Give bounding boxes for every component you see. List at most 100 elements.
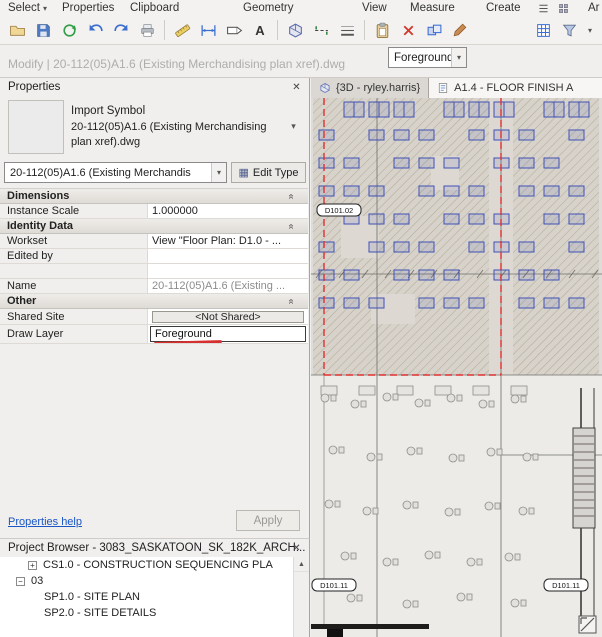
property-value: Foreground (148, 325, 308, 343)
scroll-up-icon[interactable]: ▲ (294, 557, 309, 572)
property-row-workset: Workset View "Floor Plan: D1.0 - ... (0, 234, 308, 249)
tab-select[interactable]: Select ▾ (8, 0, 47, 16)
tree-item-label: SP1.0 - SITE PLAN (44, 591, 140, 603)
filter-icon[interactable] (557, 18, 581, 42)
tab-geometry[interactable]: Geometry (243, 0, 294, 16)
svg-text:D101.11: D101.11 (320, 581, 348, 590)
project-browser-panel: Project Browser - 3083_SASKATOON_SK_182K… (0, 538, 310, 637)
options-bar: Modify | 20-112(05)A1.6 (Existing Mercha… (0, 45, 602, 78)
bottom-wall (311, 624, 429, 629)
paint-icon[interactable] (448, 18, 472, 42)
section-icon[interactable] (309, 18, 333, 42)
view-3d-icon (320, 83, 330, 93)
project-browser-title[interactable]: Project Browser - 3083_SASKATOON_SK_182K… (0, 539, 309, 557)
property-row-edited-by: Edited by (0, 249, 308, 264)
collapse-chevron-icon[interactable]: « (286, 299, 297, 305)
type-selector-dropdown[interactable]: 20-112(05)A1.6 (Existing Merchandis ▾ (4, 162, 227, 183)
property-row-shared-site: Shared Site <Not Shared> (0, 309, 308, 325)
type-selector-value: 20-112(05)A1.6 (Existing Merchandis (10, 166, 191, 179)
view-tab-sheet[interactable]: A1.4 - FLOOR FINISH A (429, 78, 602, 98)
property-row-empty (0, 264, 308, 279)
property-value[interactable]: View "Floor Plan: D1.0 - ... (148, 234, 308, 248)
properties-help-link[interactable]: Properties help (8, 516, 82, 528)
property-label: Draw Layer (0, 325, 148, 343)
view-3d-icon[interactable] (283, 18, 307, 42)
tree-item-sp2[interactable]: SP2.0 - SITE DETAILS (0, 605, 294, 621)
save-icon[interactable] (31, 18, 55, 42)
measure-icon[interactable] (170, 18, 194, 42)
open-icon[interactable] (5, 18, 29, 42)
tree-item-sp1[interactable]: SP1.0 - SITE PLAN (0, 589, 294, 605)
redo-icon[interactable] (109, 18, 133, 42)
section-dimensions[interactable]: Dimensions « (0, 189, 308, 204)
tree-item-03[interactable]: − 03 (0, 573, 294, 589)
chevron-down-icon[interactable]: ▾ (286, 118, 301, 134)
undo-icon[interactable] (83, 18, 107, 42)
apply-button[interactable]: Apply (236, 510, 300, 531)
tree-item-label: 03 (31, 575, 44, 587)
tab-measure[interactable]: Measure (410, 0, 455, 16)
edit-type-label: Edit Type (252, 166, 299, 179)
drawing-canvas[interactable]: D101.02 D101.11 D101.11 (311, 98, 602, 637)
tree-item-cs1[interactable]: + CS1.0 - CONSTRUCTION SEQUENCING PLA (0, 557, 294, 573)
red-annotation-underline (153, 340, 223, 343)
property-row-instance-scale: Instance Scale 1.000000 (0, 204, 308, 219)
tab-properties[interactable]: Properties (62, 0, 114, 16)
draw-layer-input[interactable]: Foreground (150, 326, 306, 343)
view-tab-3d[interactable]: {3D - ryley.harris} (311, 78, 430, 98)
tab-create[interactable]: Create (486, 0, 521, 16)
tab-view[interactable]: View (362, 0, 387, 16)
tree-scrollbar[interactable]: ▲ (293, 557, 309, 637)
property-label: Name (0, 279, 148, 293)
panel-grid-icon[interactable] (556, 1, 571, 15)
view-tab-label: {3D - ryley.harris} (336, 82, 421, 94)
tree-item-label: SP2.0 - SITE DETAILS (44, 607, 157, 619)
close-icon[interactable]: ✕ (289, 541, 304, 555)
text-icon[interactable]: A (248, 18, 272, 42)
view-tab-label: A1.4 - FLOOR FINISH A (454, 82, 574, 94)
toolbar-overflow-icon[interactable]: ▾ (583, 26, 597, 35)
expand-plus-icon[interactable]: + (28, 560, 37, 570)
panel-list-icon[interactable] (536, 1, 551, 15)
property-row-name: Name 20-112(05)A1.6 (Existing ... (0, 279, 308, 294)
edit-type-button[interactable]: ▦ Edit Type (231, 162, 306, 183)
door-tag[interactable]: D101.02 (316, 203, 362, 217)
property-value[interactable] (148, 264, 308, 278)
draw-layer-dropdown-value: Foreground (394, 51, 451, 64)
draw-layer-dropdown[interactable]: Foreground ▾ (388, 47, 467, 68)
bottom-wall-block (327, 629, 343, 637)
join-geometry-icon[interactable] (422, 18, 446, 42)
thin-lines-icon[interactable] (335, 18, 359, 42)
chevron-down-icon[interactable]: ▾ (211, 163, 226, 182)
section-other[interactable]: Other « (0, 294, 308, 309)
tag-icon[interactable] (222, 18, 246, 42)
ribbon-toolbar: A ▾ (0, 16, 602, 45)
section-title: Other (7, 295, 37, 307)
property-value[interactable]: 20-112(05)A1.6 (Existing ... (148, 279, 308, 293)
view-tab-bar: {3D - ryley.harris} A1.4 - FLOOR FINISH … (311, 78, 602, 98)
tab-arrange[interactable]: Ar (588, 0, 600, 16)
section-identity-data[interactable]: Identity Data « (0, 219, 308, 234)
shared-site-button[interactable]: <Not Shared> (152, 310, 304, 323)
chevron-down-icon[interactable]: ▾ (451, 48, 466, 67)
delete-icon[interactable] (396, 18, 420, 42)
property-value[interactable]: 1.000000 (148, 204, 308, 218)
property-row-draw-layer: Draw Layer Foreground (0, 325, 308, 344)
close-icon[interactable]: ✕ (289, 80, 304, 94)
sync-icon[interactable] (57, 18, 81, 42)
paste-icon[interactable] (370, 18, 394, 42)
collapse-minus-icon[interactable]: − (16, 576, 25, 586)
drawing-area: {3D - ryley.harris} A1.4 - FLOOR FINISH … (311, 78, 602, 637)
door-tag[interactable]: D101.11 (543, 578, 589, 592)
property-label: Workset (0, 234, 148, 248)
aligned-dimension-icon[interactable] (196, 18, 220, 42)
tab-clipboard[interactable]: Clipboard (130, 0, 179, 16)
print-icon[interactable] (135, 18, 159, 42)
door-tag[interactable]: D101.11 (311, 578, 357, 592)
collapse-chevron-icon[interactable]: « (286, 224, 297, 230)
collapse-chevron-icon[interactable]: « (286, 194, 297, 200)
stair-element (572, 427, 596, 529)
property-value[interactable] (148, 249, 308, 263)
grid-icon[interactable] (531, 18, 555, 42)
properties-panel-title[interactable]: Properties (0, 78, 309, 96)
